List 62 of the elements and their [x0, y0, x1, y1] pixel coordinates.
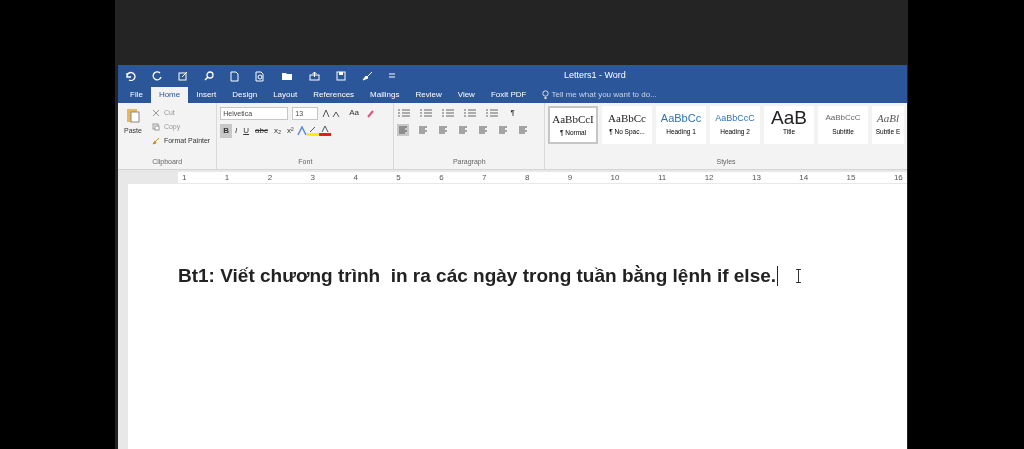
share-icon[interactable] [309, 71, 320, 81]
ribbon-tab[interactable]: Layout [265, 87, 306, 103]
ruler-number: 4 [353, 171, 358, 183]
ruler-number: 16 [893, 171, 903, 183]
format-button[interactable]: x² [284, 124, 297, 138]
undo-icon[interactable] [124, 71, 136, 81]
scissors-icon [151, 109, 160, 117]
edit-icon[interactable] [178, 71, 188, 81]
ruler-number: 8 [524, 171, 530, 183]
document-icon[interactable] [230, 70, 239, 82]
format-button[interactable]: abc [252, 124, 271, 138]
ribbon-tab[interactable]: Foxit PDF [482, 87, 535, 103]
brush-icon [151, 137, 160, 145]
folder-icon[interactable] [281, 71, 293, 81]
ibeam-cursor-icon [796, 269, 802, 284]
lightbulb-icon[interactable] [542, 90, 550, 100]
show-formatting-button[interactable]: ¶ [507, 106, 518, 120]
search-icon[interactable] [204, 71, 214, 81]
bullets-icon[interactable] [397, 108, 412, 118]
font-color-icon[interactable] [318, 126, 331, 136]
ribbon-tab[interactable]: File [122, 87, 151, 103]
ribbon-tab[interactable]: Home [150, 87, 189, 103]
tell-me-field[interactable]: Tell me what you want to do... [549, 88, 700, 102]
clipboard-icon [125, 106, 140, 124]
ruler-number: 15 [846, 171, 856, 183]
ruler-number: 9 [567, 171, 573, 183]
ribbon-tab[interactable]: References [305, 87, 363, 103]
ruler-number: 3 [310, 171, 316, 183]
ribbon-tab[interactable]: Insert [188, 87, 225, 103]
ribbon-tab[interactable]: Mailings [362, 87, 408, 103]
text-effects-icon[interactable] [296, 126, 307, 136]
ruler-number: 11 [657, 171, 667, 183]
customize-icon[interactable] [389, 73, 395, 79]
ribbon-tab[interactable]: Design [224, 87, 266, 103]
clear-formatting-icon[interactable] [366, 108, 376, 118]
format-button[interactable]: U [240, 124, 253, 138]
align-left-icon[interactable] [397, 124, 410, 136]
format-button[interactable]: I [232, 124, 241, 138]
ruler-number: 1 [224, 171, 230, 183]
format-button[interactable]: B [220, 124, 232, 138]
change-case-button[interactable]: Aa [346, 106, 363, 120]
ruler-number: 7 [482, 171, 487, 183]
window-title: Letters1 - Word [564, 69, 626, 83]
save-icon[interactable] [336, 71, 346, 81]
format-button[interactable]: x₂ [270, 124, 285, 138]
document-text: Bt1: Viết chương trình in ra các ngày trong tuần bằng lệnh if else. [178, 262, 907, 291]
highlighter-icon[interactable] [306, 126, 319, 136]
ruler-number: 6 [439, 171, 444, 183]
brush-icon[interactable] [362, 71, 373, 81]
ribbon-tab[interactable]: Review [407, 87, 450, 103]
ruler-number: 1 [182, 171, 187, 183]
ruler-number: 12 [704, 171, 714, 183]
redo-icon[interactable] [152, 71, 162, 81]
ruler-number: 13 [751, 171, 761, 183]
ribbon-tab[interactable]: View [449, 87, 483, 103]
ruler-number: 2 [267, 171, 273, 183]
text-cursor [777, 266, 779, 287]
ruler-number: 10 [610, 171, 620, 183]
copy-icon [151, 123, 160, 131]
ruler-number: 14 [799, 171, 809, 183]
print-preview-icon[interactable] [255, 70, 265, 82]
ruler-number: 5 [396, 171, 401, 183]
